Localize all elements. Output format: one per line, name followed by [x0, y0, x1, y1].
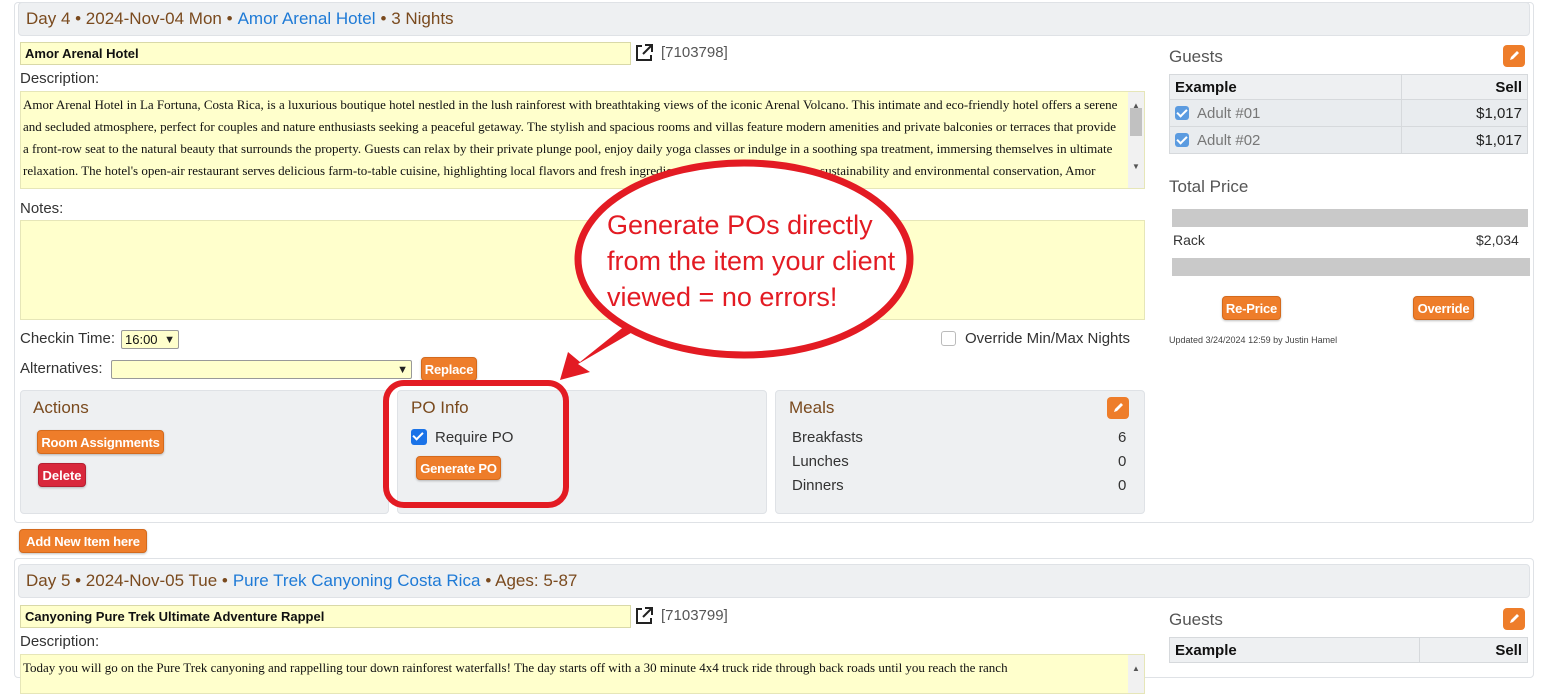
checkin-time-label: Checkin Time:	[20, 330, 116, 347]
room-assignments-button[interactable]: Room Assignments	[37, 430, 164, 454]
day5-header: Day 5 • 2024-Nov-05 Tue • Pure Trek Cany…	[18, 564, 1530, 598]
guest-sell: $1,017	[1401, 126, 1528, 154]
po-info-title: PO Info	[411, 398, 469, 417]
guests-col-name: Example	[1169, 637, 1420, 663]
day5-header-ages: • Ages: 5-87	[485, 571, 578, 590]
day4-item-id: [7103798]	[661, 44, 728, 61]
day5-item-id: [7103799]	[661, 607, 728, 624]
description-scrollbar[interactable]: ▲ ▼	[1128, 92, 1144, 188]
guest-sell: $1,017	[1401, 99, 1528, 127]
callout-line: Generate POs directly	[607, 210, 873, 240]
meal-row-label: Lunches	[792, 453, 849, 470]
guests-edit-button[interactable]	[1503, 45, 1525, 67]
table-row: Adult #02 $1,017	[1169, 126, 1528, 154]
meal-row-value: 6	[1118, 429, 1127, 446]
day4-item-name-input[interactable]: Amor Arenal Hotel	[20, 42, 631, 65]
callout-line: from the item your client	[607, 246, 896, 276]
guest-checkbox[interactable]	[1175, 105, 1189, 120]
alternatives-label: Alternatives:	[20, 360, 103, 377]
actions-title: Actions	[33, 398, 89, 417]
meal-row-label: Dinners	[792, 477, 844, 494]
guests-col-sell: Sell	[1401, 74, 1528, 100]
day5-guests-title: Guests	[1169, 610, 1223, 629]
delete-button[interactable]: Delete	[38, 463, 86, 487]
chevron-down-icon: ▼	[164, 334, 175, 346]
day5-item-name-input[interactable]: Canyoning Pure Trek Ultimate Adventure R…	[20, 605, 631, 628]
meals-edit-button[interactable]	[1107, 397, 1129, 419]
guest-checkbox[interactable]	[1175, 132, 1189, 147]
replace-button[interactable]: Replace	[421, 357, 477, 381]
day5-guests-edit-button[interactable]	[1503, 608, 1525, 630]
total-divider-bottom	[1172, 258, 1530, 276]
table-row: Adult #01 $1,017	[1169, 99, 1528, 127]
guest-name: Adult #01	[1197, 104, 1261, 122]
day5-description-label: Description:	[20, 633, 100, 650]
guests-col-sell: Sell	[1419, 637, 1528, 663]
override-min-max-label: Override Min/Max Nights	[965, 330, 1131, 347]
day5-guests-table: Example Sell	[1169, 637, 1528, 663]
day4-description-textarea[interactable]: Amor Arenal Hotel in La Fortuna, Costa R…	[20, 91, 1145, 189]
pencil-icon	[1510, 51, 1519, 60]
day5-header-date: Day 5 • 2024-Nov-05 Tue •	[26, 571, 228, 590]
callout-line: viewed = no errors!	[607, 282, 838, 312]
require-po-label: Require PO	[435, 429, 514, 446]
external-link-icon[interactable]	[634, 606, 654, 626]
checkin-time-select[interactable]: 16:00 ▼	[121, 330, 179, 349]
meal-row-value: 0	[1118, 453, 1127, 470]
require-po-checkbox[interactable]	[411, 429, 427, 445]
guests-table: Example Sell Adult #01 $1,017 Adult #02 …	[1169, 74, 1528, 154]
day4-hotel-link[interactable]: Amor Arenal Hotel	[238, 9, 376, 29]
day4-notes-label: Notes:	[20, 200, 64, 217]
checkin-time-value: 16:00	[125, 332, 158, 347]
reprice-button[interactable]: Re-Price	[1222, 296, 1281, 320]
guest-name: Adult #02	[1197, 131, 1261, 149]
day4-header: Day 4 • 2024-Nov-04 Mon • Amor Arenal Ho…	[18, 2, 1530, 36]
meal-row-label: Breakfasts	[792, 429, 863, 446]
guests-col-name: Example	[1169, 74, 1402, 100]
total-price-title: Total Price	[1169, 177, 1249, 196]
pencil-icon	[1510, 614, 1519, 623]
meal-row-value: 0	[1118, 477, 1127, 494]
day4-description-label: Description:	[20, 70, 100, 87]
add-new-item-button[interactable]: Add New Item here	[19, 529, 147, 553]
day4-description-text: Amor Arenal Hotel in La Fortuna, Costa R…	[23, 97, 1118, 188]
external-link-icon[interactable]	[634, 43, 654, 63]
generate-po-button[interactable]: Generate PO	[416, 456, 501, 480]
updated-text: Updated 3/24/2024 12:59 by Justin Hamel	[1169, 335, 1338, 345]
meals-title: Meals	[789, 398, 835, 417]
rack-value: $2,034	[1476, 232, 1519, 248]
day4-header-date: Day 4 • 2024-Nov-04 Mon •	[26, 9, 233, 28]
day4-header-nights: • 3 Nights	[380, 9, 454, 28]
pencil-icon	[1114, 403, 1123, 412]
override-min-max-checkbox[interactable]	[941, 331, 956, 346]
chevron-down-icon: ▼	[397, 364, 408, 376]
day5-activity-link[interactable]: Pure Trek Canyoning Costa Rica	[233, 571, 481, 591]
total-divider-top	[1172, 209, 1528, 227]
alternatives-select[interactable]: ▼	[111, 360, 412, 379]
override-button[interactable]: Override	[1413, 296, 1474, 320]
description-scrollbar[interactable]: ▲	[1128, 655, 1144, 693]
day5-description-text: Today you will go on the Pure Trek canyo…	[23, 660, 1008, 675]
day4-notes-textarea[interactable]	[20, 220, 1145, 320]
day5-description-textarea[interactable]: Today you will go on the Pure Trek canyo…	[20, 654, 1145, 694]
guests-title: Guests	[1169, 47, 1223, 66]
rack-label: Rack	[1173, 232, 1205, 248]
callout-text: Generate POs directly from the item your…	[607, 207, 895, 315]
